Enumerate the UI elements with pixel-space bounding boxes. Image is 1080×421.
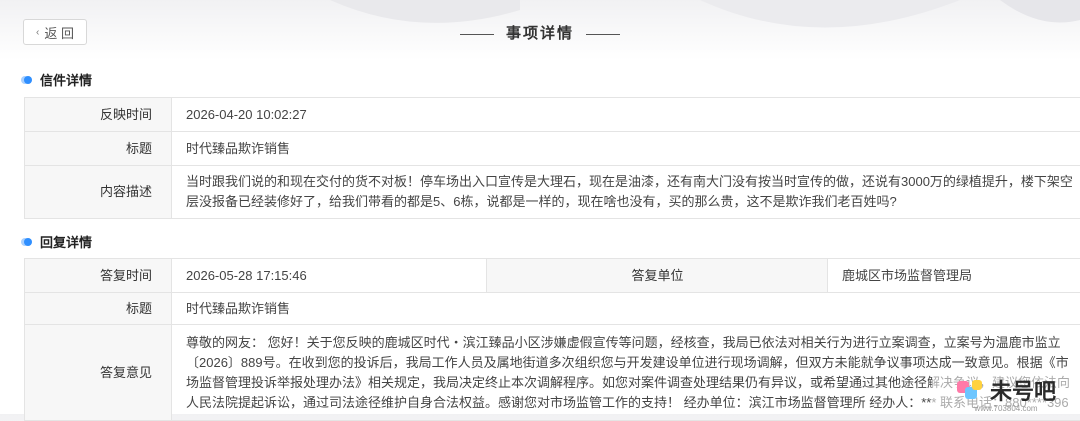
letter-title-label: 标题 — [25, 132, 172, 166]
page-title: 事项详情 — [0, 22, 1080, 43]
title-right-line — [586, 34, 620, 35]
site-watermark: 未号吧 www.703804.com — [932, 372, 1080, 414]
table-row: 标题 时代臻品欺诈销售 — [25, 132, 1080, 166]
watermark-logo-text: 未号吧 — [990, 374, 1056, 406]
letter-section-title: 信件详情 — [40, 70, 92, 89]
letter-title-value: 时代臻品欺诈销售 — [172, 132, 1080, 166]
reply-unit-label: 答复单位 — [487, 259, 828, 293]
report-time-label: 反映时间 — [25, 98, 172, 132]
report-time-value: 2026-04-20 10:02:27 — [172, 98, 1080, 132]
watermark-logo-icon — [956, 378, 986, 402]
table-row: 答复意见 尊敬的网友： 您好！关于您反映的鹿城区时代・滨江臻品小区涉嫌虚假宣传等… — [25, 325, 1080, 421]
watermark-logo: 未号吧 — [956, 374, 1056, 406]
content-description-label: 内容描述 — [25, 166, 172, 219]
letter-detail-table: 反映时间 2026-04-20 10:02:27 标题 时代臻品欺诈销售 内容描… — [24, 97, 1080, 219]
reply-opinion-label: 答复意见 — [25, 325, 172, 421]
content-description-value: 当时跟我们说的和现在交付的货不对板！停车场出入口宣传是大理石，现在是油漆，还有南… — [172, 166, 1080, 219]
title-left-line — [460, 34, 494, 35]
section-bullet-icon — [24, 76, 32, 84]
table-row: 答复时间 2026-05-28 17:15:46 答复单位 鹿城区市场监督管理局 — [25, 259, 1080, 293]
letter-section-header: 信件详情 — [24, 70, 92, 89]
page-title-text: 事项详情 — [506, 25, 574, 42]
reply-time-label: 答复时间 — [25, 259, 172, 293]
reply-title-value: 时代臻品欺诈销售 — [172, 293, 1080, 325]
reply-unit-value: 鹿城区市场监督管理局 — [828, 259, 1080, 293]
table-row: 反映时间 2026-04-20 10:02:27 — [25, 98, 1080, 132]
reply-section-title: 回复详情 — [40, 232, 92, 251]
table-row: 内容描述 当时跟我们说的和现在交付的货不对板！停车场出入口宣传是大理石，现在是油… — [25, 166, 1080, 219]
section-bullet-icon — [24, 238, 32, 246]
reply-section-header: 回复详情 — [24, 232, 92, 251]
reply-title-label: 标题 — [25, 293, 172, 325]
table-row: 标题 时代臻品欺诈销售 — [25, 293, 1080, 325]
reply-detail-table: 答复时间 2026-05-28 17:15:46 答复单位 鹿城区市场监督管理局… — [24, 258, 1080, 421]
watermark-url: www.703804.com — [974, 404, 1037, 413]
reply-time-value: 2026-05-28 17:15:46 — [172, 259, 487, 293]
